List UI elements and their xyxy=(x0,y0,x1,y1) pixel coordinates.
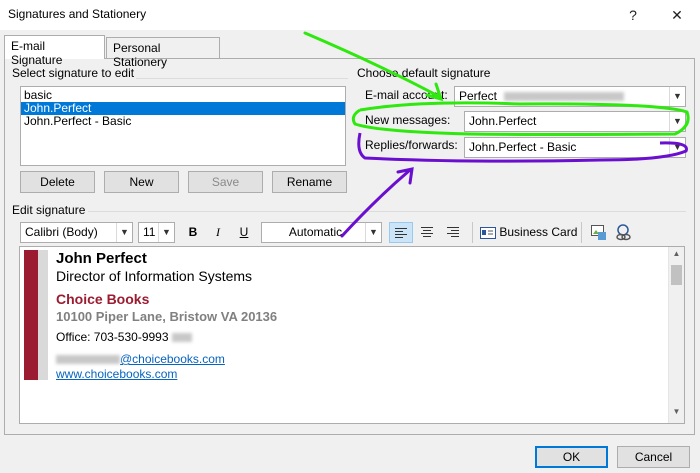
italic-button[interactable]: I xyxy=(208,222,228,242)
chevron-down-icon: ▼ xyxy=(365,223,381,242)
replies-forwards-select[interactable]: John.Perfect - Basic ▼ xyxy=(464,137,686,158)
business-card-label: Business Card xyxy=(499,225,578,239)
bold-button[interactable]: B xyxy=(183,222,203,242)
insert-picture-button[interactable] xyxy=(589,223,609,243)
save-button[interactable]: Save xyxy=(188,171,263,193)
scroll-up-icon[interactable]: ▲ xyxy=(671,249,682,260)
chevron-down-icon: ▼ xyxy=(669,138,685,157)
new-button[interactable]: New xyxy=(104,171,179,193)
font-color-select[interactable]: Automatic ▼ xyxy=(261,222,382,243)
new-messages-select[interactable]: John.Perfect ▼ xyxy=(464,111,686,132)
signature-accent-bar-light xyxy=(38,250,48,380)
signature-name: John Perfect xyxy=(56,250,147,267)
font-size-value: 11 xyxy=(143,225,156,239)
email-link[interactable]: @choicebooks.com xyxy=(120,352,225,366)
align-right-icon xyxy=(447,227,459,237)
delete-button[interactable]: Delete xyxy=(20,171,95,193)
insert-hyperlink-button[interactable] xyxy=(613,223,633,243)
align-left-icon xyxy=(395,228,407,238)
default-signature-label: Choose default signature xyxy=(355,66,493,80)
scrollbar-thumb[interactable] xyxy=(671,265,682,285)
toolbar-separator xyxy=(472,222,473,243)
replies-forwards-value: John.Perfect - Basic xyxy=(469,140,577,154)
ok-button[interactable]: OK xyxy=(535,446,608,468)
group-divider xyxy=(88,211,686,212)
signature-address: 10100 Piper Lane, Bristow VA 20136 xyxy=(56,309,278,324)
align-right-button[interactable] xyxy=(442,222,466,243)
picture-icon xyxy=(591,225,606,240)
redacted-text xyxy=(504,92,625,102)
window-title: Signatures and Stationery xyxy=(8,7,147,21)
signature-list[interactable]: basic John.Perfect John.Perfect - Basic xyxy=(20,86,346,166)
office-phone: Office: 703-530-9993 xyxy=(56,330,169,344)
signature-email[interactable]: @choicebooks.com xyxy=(56,352,225,366)
editor-scrollbar[interactable]: ▲ ▼ xyxy=(668,247,684,423)
chevron-down-icon: ▼ xyxy=(116,223,132,242)
rename-button[interactable]: Rename xyxy=(272,171,347,193)
font-value: Calibri (Body) xyxy=(25,225,98,239)
chevron-down-icon: ▼ xyxy=(158,223,174,242)
cancel-button[interactable]: Cancel xyxy=(617,446,690,468)
tab-label: Personal Stationery xyxy=(113,41,168,69)
tab-label: E-mail Signature xyxy=(11,39,63,67)
website-link[interactable]: www.choicebooks.com xyxy=(56,367,177,381)
help-button[interactable]: ? xyxy=(616,2,650,28)
new-messages-value: John.Perfect xyxy=(469,114,537,128)
redacted-text xyxy=(171,333,192,343)
chevron-down-icon: ▼ xyxy=(669,112,685,131)
tab-personal-stationery[interactable]: Personal Stationery xyxy=(106,37,220,69)
new-messages-label: New messages: xyxy=(365,113,451,127)
replies-forwards-label: Replies/forwards: xyxy=(365,138,458,152)
chevron-down-icon: ▼ xyxy=(669,87,685,106)
signature-office: Office: 703-530-9993 xyxy=(56,330,192,344)
email-account-label: E-mail account: xyxy=(365,88,448,102)
select-signature-label: Select signature to edit xyxy=(10,66,137,80)
business-card-button[interactable]: Business Card xyxy=(480,222,577,243)
list-item[interactable]: John.Perfect - Basic xyxy=(21,115,345,128)
signature-accent-bar xyxy=(24,250,38,380)
toolbar-separator xyxy=(581,222,582,243)
font-size-select[interactable]: 11 ▼ xyxy=(138,222,175,243)
align-center-button[interactable] xyxy=(416,222,440,243)
signature-company: Choice Books xyxy=(56,291,150,307)
signature-title: Director of Information Systems xyxy=(56,268,253,284)
scroll-down-icon[interactable]: ▼ xyxy=(671,407,682,418)
hyperlink-icon xyxy=(616,224,631,241)
edit-signature-label: Edit signature xyxy=(10,203,88,217)
business-card-icon xyxy=(480,226,496,239)
tab-email-signature[interactable]: E-mail Signature xyxy=(4,35,105,67)
align-left-button[interactable] xyxy=(389,222,413,243)
font-select[interactable]: Calibri (Body) ▼ xyxy=(20,222,133,243)
close-button[interactable]: ✕ xyxy=(660,2,694,28)
email-account-value: Perfect xyxy=(459,89,498,103)
font-color-value: Automatic xyxy=(288,225,343,239)
email-account-select[interactable]: Perfect ▼ xyxy=(454,86,686,107)
redacted-text xyxy=(56,355,120,365)
underline-button[interactable]: U xyxy=(234,222,254,242)
align-center-icon xyxy=(421,227,433,237)
